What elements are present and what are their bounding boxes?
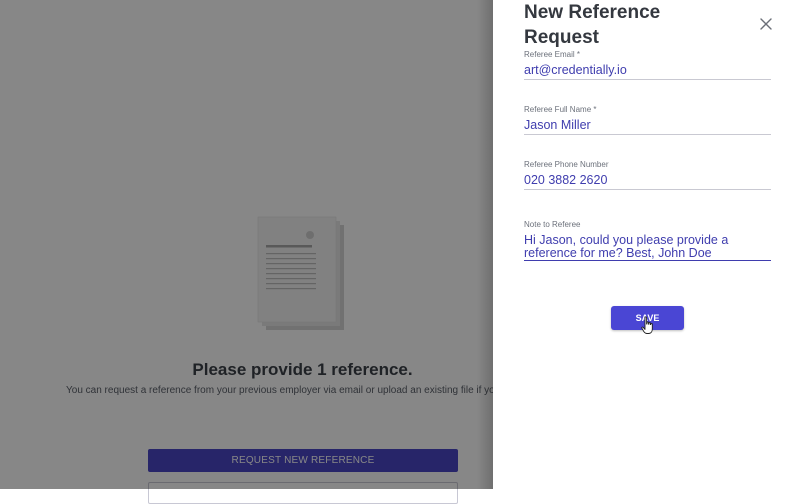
referee-phone-label: Referee Phone Number [524, 160, 609, 169]
note-to-referee-textarea[interactable]: Hi Jason, could you please provide a ref… [524, 231, 771, 261]
drawer-shadow [477, 0, 493, 489]
close-button[interactable] [756, 14, 776, 34]
note-to-referee-field: Note to Referee Hi Jason, could you plea… [524, 219, 771, 261]
referee-phone-field: Referee Phone Number 020 3882 2620 [524, 159, 771, 190]
referee-full-name-input[interactable]: Jason Miller [524, 116, 771, 135]
close-icon [760, 18, 772, 30]
note-to-referee-label: Note to Referee [524, 220, 581, 229]
referee-email-field: Referee Email * art@credentially.io [524, 49, 771, 80]
referee-full-name-field: Referee Full Name * Jason Miller [524, 104, 771, 135]
hand-pointer-icon [641, 316, 653, 334]
referee-email-input[interactable]: art@credentially.io [524, 61, 771, 80]
referee-phone-input[interactable]: 020 3882 2620 [524, 171, 771, 190]
drawer-title: New Reference Request [524, 2, 661, 48]
referee-email-label: Referee Email * [524, 50, 581, 59]
new-reference-drawer: New Reference Request Referee Email * ar… [493, 0, 800, 489]
referee-full-name-label: Referee Full Name * [524, 105, 597, 114]
